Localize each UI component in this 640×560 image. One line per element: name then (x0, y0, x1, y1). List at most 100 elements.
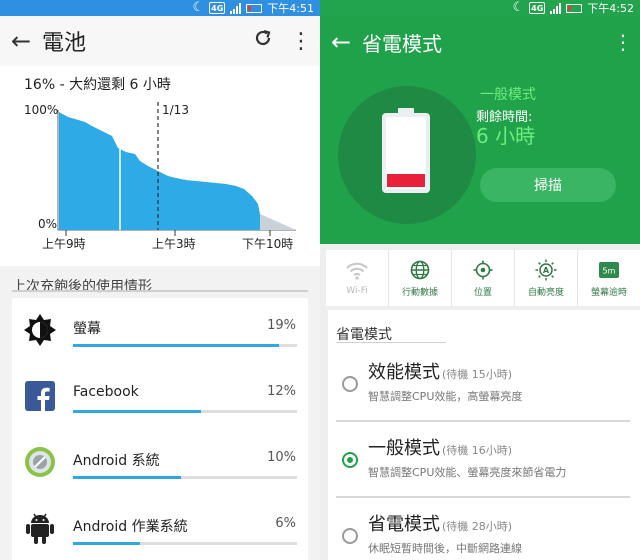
mode-standby: (待機 15小時) (442, 368, 513, 381)
usage-item-facebook[interactable]: Facebook 12% (12, 364, 308, 430)
android-icon (22, 510, 58, 546)
battery-history-card: 16% - 大約還剩 6 小時 1/13 100% 0% 上午9時 上午3時 下… (0, 66, 320, 266)
toggle-label: 螢幕逾時 (590, 287, 627, 298)
section-divider (12, 290, 308, 292)
mode-title: 效能模式 (待機 15小時) (368, 362, 513, 383)
status-bar: ☾ 4G 下午4:52 (320, 0, 640, 16)
toggle-auto-brightness[interactable]: A 自動亮度 (515, 250, 578, 306)
battery-icon (566, 3, 583, 13)
battery-icon (246, 3, 263, 13)
page-title: 省電模式 (362, 31, 442, 56)
toggle-label: 自動亮度 (527, 287, 564, 298)
battery-level-icon (382, 108, 430, 193)
screen-timeout-icon: 5m (598, 259, 620, 281)
modes-section-title: 省電模式 (336, 327, 392, 343)
toggle-label: 行動數據 (401, 287, 438, 298)
brightness-icon (22, 312, 58, 348)
battery-status-circle (338, 86, 476, 224)
toggle-wifi[interactable]: Wi-Fi (326, 250, 389, 306)
timeout-badge: 5m (603, 266, 616, 275)
radio-button-selected[interactable] (342, 452, 358, 468)
usage-percent: 19% (267, 318, 296, 333)
usage-percent: 12% (267, 384, 296, 399)
current-mode: 一般模式 (480, 87, 536, 103)
power-saver-screen: ☾ 4G 下午4:52 ← 省電模式 ⋮ 一般模式 剩餘時間: 6 小時 掃描 (320, 0, 640, 560)
battery-chart: 1/13 100% 0% 上午9時 上午3時 下午10時 (24, 102, 296, 251)
usage-name: Facebook (73, 384, 139, 400)
usage-name: Android 系統 (73, 453, 160, 469)
toggle-screen-timeout[interactable]: 5m 螢幕逾時 (578, 250, 640, 306)
mode-description: 智慧調整CPU效能，高螢幕亮度 (368, 390, 523, 403)
mode-title: 一般模式 (待機 16小時) (368, 438, 513, 459)
usage-section-title: 上次充飽後的使用情形 (12, 279, 152, 295)
predicted-area (260, 214, 296, 230)
mode-description: 休眠短暫時間後，中斷網路連線 (368, 542, 522, 555)
modes-title-underline (336, 342, 446, 343)
android-system-icon (22, 444, 58, 480)
mode-option-power-saving[interactable]: 省電模式 (待機 28小時) 休眠短暫時間後，中斷網路連線 (328, 502, 640, 560)
toggle-location[interactable]: 位置 (452, 250, 515, 306)
remaining-time-value: 6 小時 (476, 124, 536, 148)
moon-icon: ☾ (512, 0, 525, 15)
y-label-bottom: 0% (38, 217, 57, 231)
status-time: 下午4:52 (587, 2, 634, 15)
mode-option-normal[interactable]: 一般模式 (待機 16小時) 智慧調整CPU效能、螢幕亮度來節省電力 (328, 426, 640, 496)
mode-description: 智慧調整CPU效能、螢幕亮度來節省電力 (368, 466, 567, 479)
usage-bar (73, 476, 297, 479)
signal-icon (230, 2, 242, 14)
network-type-badge: 4G (209, 2, 226, 14)
refresh-icon[interactable] (244, 28, 282, 54)
usage-name: 螢幕 (73, 321, 101, 337)
status-time: 下午4:51 (267, 2, 314, 15)
power-saver-header: ← 省電模式 ⋮ 一般模式 剩餘時間: 6 小時 掃描 (320, 16, 640, 244)
usage-bar-fill (73, 476, 181, 479)
usage-bar (73, 542, 297, 545)
mode-standby: (待機 16小時) (442, 444, 513, 457)
day-marker-label: 1/13 (162, 103, 189, 117)
usage-percent: 6% (275, 516, 296, 531)
mode-title: 省電模式 (待機 28小時) (368, 514, 513, 535)
location-icon (472, 259, 494, 281)
usage-bar-fill (73, 542, 141, 545)
x-label-1: 上午9時 (42, 237, 86, 251)
more-options-icon[interactable]: ⋮ (606, 30, 640, 54)
back-arrow-icon[interactable]: ← (0, 27, 42, 55)
usage-bar-fill (73, 410, 201, 413)
usage-item-android-os[interactable]: Android 作業系統 6% (12, 496, 308, 560)
signal-icon (550, 2, 562, 14)
radio-button[interactable] (342, 376, 358, 392)
facebook-icon (22, 378, 58, 414)
battery-level-area (59, 112, 260, 230)
usage-bar (73, 410, 297, 413)
auto-brightness-icon: A (535, 259, 557, 281)
toggle-label: Wi-Fi (346, 286, 368, 296)
usage-bar-fill (73, 344, 280, 347)
mode-divider (336, 420, 630, 422)
scan-button[interactable]: 掃描 (480, 168, 616, 202)
status-bar: ☾ 4G 下午4:51 (0, 0, 320, 16)
wifi-icon (346, 260, 368, 282)
battery-charge-level (387, 174, 425, 187)
usage-list: 螢幕 19% Facebook 12% Android 系統 10% Andro… (12, 298, 308, 560)
modes-card: 省電模式 效能模式 (待機 15小時) 智慧調整CPU效能，高螢幕亮度 一般模式(… (328, 310, 640, 560)
usage-bar (73, 344, 297, 347)
app-bar: ← 省電模式 ⋮ (320, 16, 640, 68)
battery-summary: 16% - 大約還剩 6 小時 (24, 77, 171, 93)
battery-screen: ☾ 4G 下午4:51 ← 電池 ⋮ 16% - 大約還剩 6 小時 1/13 … (0, 0, 320, 560)
usage-item-screen[interactable]: 螢幕 19% (12, 298, 308, 364)
svg-text:A: A (543, 266, 550, 275)
usage-item-android-system[interactable]: Android 系統 10% (12, 430, 308, 496)
moon-icon: ☾ (192, 0, 205, 15)
app-bar: ← 電池 ⋮ (0, 16, 320, 66)
mode-standby: (待機 28小時) (442, 520, 513, 533)
mode-option-performance[interactable]: 效能模式 (待機 15小時) 智慧調整CPU效能，高螢幕亮度 (328, 350, 640, 420)
network-type-badge: 4G (529, 2, 546, 14)
more-options-icon[interactable]: ⋮ (282, 29, 320, 54)
radio-button[interactable] (342, 528, 358, 544)
usage-name: Android 作業系統 (73, 519, 188, 535)
back-arrow-icon[interactable]: ← (320, 28, 362, 56)
x-label-3: 下午10時 (242, 237, 293, 251)
y-label-top: 100% (24, 103, 58, 117)
mode-divider (336, 496, 630, 498)
toggle-mobile-data[interactable]: 行動數據 (389, 250, 452, 306)
